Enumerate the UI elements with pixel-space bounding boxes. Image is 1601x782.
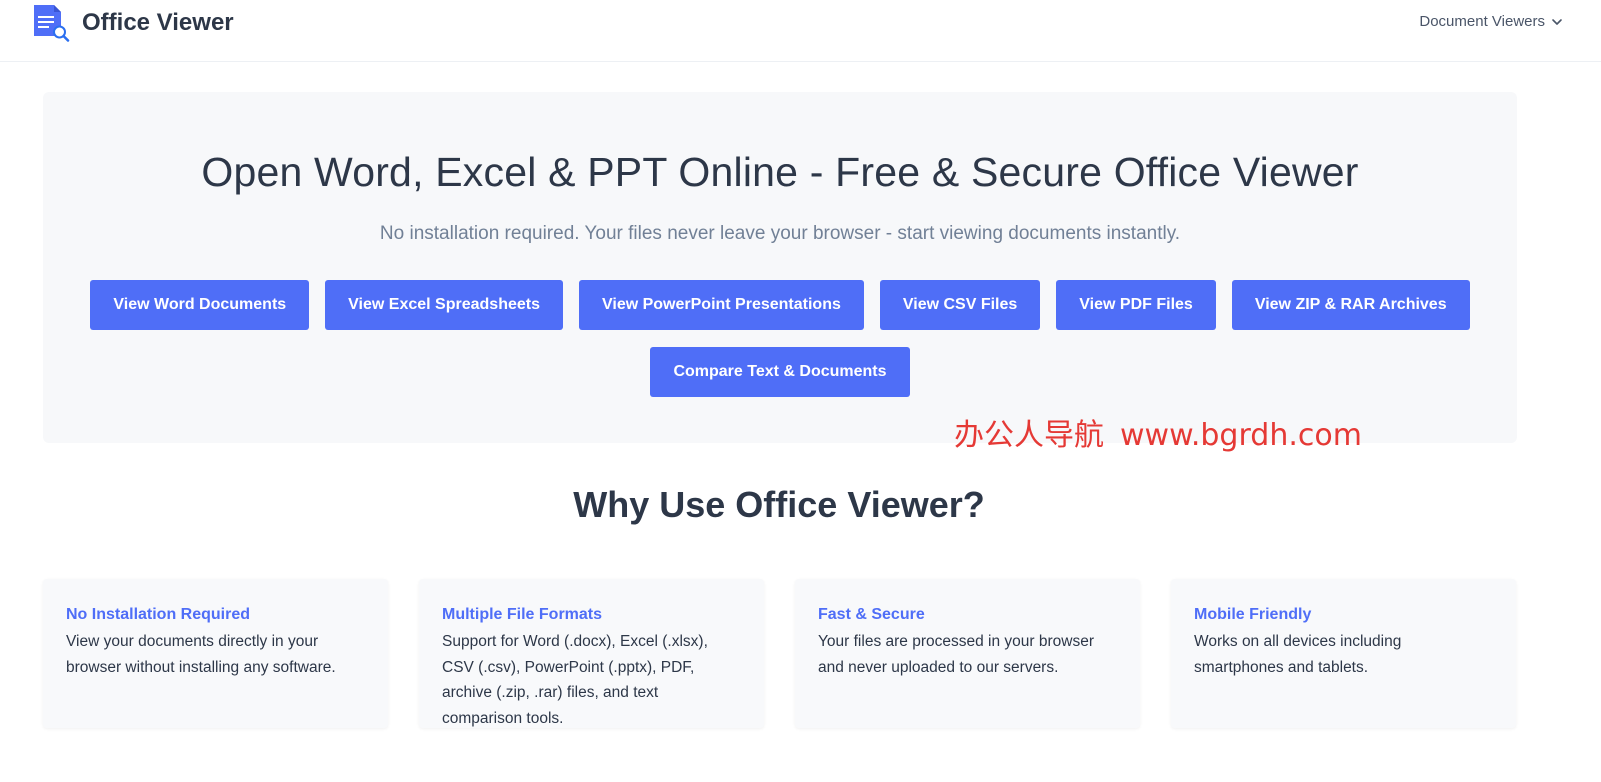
compare-documents-button[interactable]: Compare Text & Documents <box>650 347 910 397</box>
hero-section: Open Word, Excel & PPT Online - Free & S… <box>43 92 1517 443</box>
hero-title: Open Word, Excel & PPT Online - Free & S… <box>201 149 1359 195</box>
compare-button-row: Compare Text & Documents <box>43 347 1517 397</box>
feature-card-text: Support for Word (.docx), Excel (.xlsx),… <box>442 633 708 727</box>
document-search-icon[interactable] <box>32 2 72 42</box>
view-excel-button[interactable]: View Excel Spreadsheets <box>325 280 563 330</box>
view-pdf-button[interactable]: View PDF Files <box>1056 280 1216 330</box>
chevron-down-icon <box>1552 18 1562 25</box>
watermark-url: www.bgrdh.com <box>1120 418 1362 453</box>
watermark: 办公人导航 www.bgrdh.com <box>954 410 1362 454</box>
view-word-button[interactable]: View Word Documents <box>90 280 310 330</box>
features-title: Why Use Office Viewer? <box>573 484 985 525</box>
document-viewers-label: Document Viewers <box>1419 13 1545 30</box>
feature-card-title: Fast & Secure <box>818 606 925 623</box>
feature-card-title: No Installation Required <box>66 606 251 623</box>
site-header: Office Viewer Document Viewers <box>0 0 1601 62</box>
feature-card-text: Your files are processed in your browser… <box>818 633 1094 676</box>
view-csv-button[interactable]: View CSV Files <box>879 280 1041 330</box>
hero-subtitle: No installation required. Your files nev… <box>379 223 1181 244</box>
brand-title[interactable]: Office Viewer <box>82 9 234 37</box>
feature-card-fast-secure: Fast & Secure Your files are processed i… <box>795 579 1140 728</box>
feature-card-text: Works on all devices including smartphon… <box>1194 633 1402 676</box>
feature-cards: No Installation Required View your docum… <box>43 579 1516 728</box>
view-archives-button[interactable]: View ZIP & RAR Archives <box>1231 280 1470 330</box>
view-powerpoint-button[interactable]: View PowerPoint Presentations <box>578 280 864 330</box>
feature-card-mobile-friendly: Mobile Friendly Works on all devices inc… <box>1171 579 1516 728</box>
viewer-buttons-row: View Word Documents View Excel Spreadshe… <box>43 280 1517 330</box>
feature-card-file-formats: Multiple File Formats Support for Word (… <box>419 579 764 728</box>
watermark-cn-text: 办公人导航 <box>954 418 1104 453</box>
document-viewers-menu[interactable]: Document Viewers <box>1419 13 1563 30</box>
feature-card-no-installation: No Installation Required View your docum… <box>43 579 388 728</box>
feature-card-title: Mobile Friendly <box>1194 606 1312 623</box>
feature-card-title: Multiple File Formats <box>442 606 603 623</box>
feature-card-text: View your documents directly in your bro… <box>66 633 336 676</box>
